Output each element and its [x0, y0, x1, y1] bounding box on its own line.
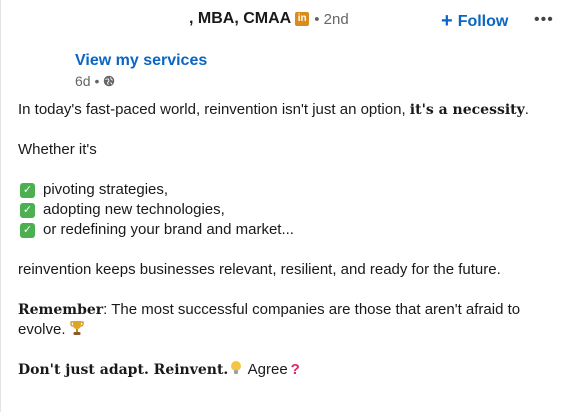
lightbulb-icon: [231, 361, 242, 374]
post-paragraph-3: reinvention keeps businesses relevant, r…: [18, 261, 501, 278]
checklist-item: ✓ adopting new technologies,: [18, 200, 548, 220]
check-mark-icon: ✓: [20, 222, 35, 238]
globe-icon: [104, 75, 115, 87]
post-meta: 6d •: [75, 73, 115, 89]
post-paragraph-1: In today's fast-paced world, reinvention…: [18, 101, 529, 118]
trophy-icon: [69, 321, 84, 335]
check-mark-icon: ✓: [20, 202, 35, 218]
post-time: 6d •: [75, 73, 100, 89]
checklist-item: ✓ or redefining your brand and market...: [18, 220, 548, 240]
question-mark-icon: ?: [290, 361, 300, 378]
view-services-link[interactable]: View my services: [75, 52, 207, 70]
connection-degree: • 2nd: [314, 10, 349, 28]
post-paragraph-4: Remember: The most successful companies …: [18, 301, 521, 338]
post-paragraph-5: Don't just adapt. Reinvent. Agree?: [18, 361, 300, 378]
post-emphasis: it's a necessity: [409, 102, 525, 118]
check-mark-icon: ✓: [20, 182, 35, 198]
linkedin-premium-icon: in: [295, 12, 310, 26]
checklist-item: ✓ pivoting strategies,: [18, 180, 548, 200]
author-credentials[interactable]: , MBA, CMAA: [189, 10, 291, 28]
follow-label: Follow: [457, 12, 509, 30]
post-body: In today's fast-paced world, reinvention…: [18, 100, 548, 380]
closing-emphasis: Don't just adapt. Reinvent.: [18, 362, 229, 378]
remember-label: Remember: [18, 302, 104, 318]
ellipsis-icon[interactable]: •••: [534, 12, 554, 28]
plus-icon: +: [441, 10, 453, 32]
author-name[interactable]: , MBA, CMAA in • 2nd: [189, 10, 349, 28]
post-paragraph-2: Whether it's: [18, 141, 97, 158]
follow-button[interactable]: + Follow: [441, 10, 509, 32]
